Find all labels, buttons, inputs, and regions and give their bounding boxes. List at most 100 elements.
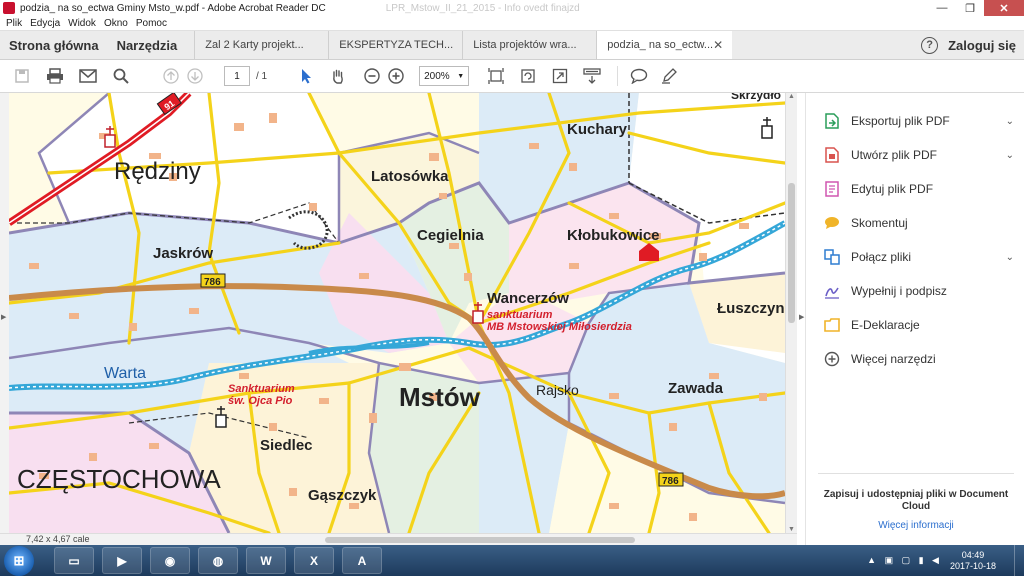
fit-width-icon[interactable] [485, 65, 507, 87]
map-label-sanctuary-pio-line1: Sanktuarium [228, 383, 295, 395]
page-number-input[interactable]: 1 [224, 66, 250, 86]
menu-widok[interactable]: Widok [68, 18, 96, 29]
map-label-sanctuary-pio-line2: św. Ojca Pio [228, 395, 293, 407]
tool-combine[interactable]: Połącz pliki ⌄ [824, 246, 1014, 268]
tab-document-2[interactable]: EKSPERTYZA TECH... [328, 31, 462, 59]
acrobat-icon[interactable]: A [342, 547, 382, 574]
tool-more-tools[interactable]: Więcej narzędzi [824, 348, 1014, 370]
map-label-klobukowice: Kłobukowice [567, 227, 660, 244]
map-label-luszczyn: Łuszczyn [717, 300, 785, 317]
tool-edit-pdf[interactable]: Edytuj plik PDF [824, 178, 1014, 200]
road-number-786-east: 786 [662, 476, 679, 487]
tool-label: Edytuj plik PDF [851, 182, 934, 196]
tool-create-pdf[interactable]: Utwórz plik PDF ⌄ [824, 144, 1014, 166]
tab-document-active[interactable]: podzia_ na so_ectw... ✕ [596, 31, 733, 59]
zoom-select[interactable]: 200% ▼ [419, 66, 470, 86]
zoom-out-icon[interactable] [361, 65, 383, 87]
menu-bar: Plik Edycja Widok Okno Pomoc [0, 16, 1024, 31]
map-label-redziny: Rędziny [114, 158, 201, 185]
rotate-icon[interactable] [517, 65, 539, 87]
tool-fill-sign[interactable]: Wypełnij i podpisz [824, 280, 1014, 302]
next-page-icon[interactable] [184, 65, 206, 87]
firefox-icon[interactable]: ◍ [198, 547, 238, 574]
close-tab-icon[interactable]: ✕ [713, 38, 723, 52]
toolbar: 1 / 1 200% ▼ [0, 60, 1024, 93]
document-cloud-promo: Zapisuj i udostępniaj pliki w Document C… [823, 489, 1009, 512]
tab-document-1[interactable]: Zal 2 Karty projekt... [194, 31, 328, 59]
tray-icons[interactable]: ▲ ▣ ▢ ▮ ◀ [867, 555, 942, 566]
chevron-down-icon: ⌄ [1005, 149, 1014, 161]
zoom-value: 200% [424, 70, 450, 82]
login-button[interactable]: Zaloguj się [948, 38, 1016, 53]
map-label-sanctuary-mb-line2: MB Mstowskiej Miłosierdzia [487, 321, 632, 333]
clock[interactable]: 04:49 2017-10-18 [950, 550, 996, 572]
tool-e-declarations[interactable]: E-Deklaracje [824, 314, 1014, 336]
chrome-icon[interactable]: ◉ [150, 547, 190, 574]
menu-plik[interactable]: Plik [6, 18, 22, 29]
collapse-right-panel-icon[interactable]: ▶ [799, 313, 804, 321]
menu-okno[interactable]: Okno [104, 18, 128, 29]
search-icon[interactable] [110, 65, 132, 87]
map-label-sanctuary-mb-line1: sanktuarium [487, 309, 553, 321]
page-dimensions: 7,42 x 4,67 cale [26, 534, 90, 544]
email-icon[interactable] [77, 65, 99, 87]
windows-taskbar: ⊞ ▭ ▶ ◉ ◍ W X A ▲ ▣ ▢ ▮ ◀ 04:49 2017-10-… [0, 545, 1024, 576]
tool-comment[interactable]: Skomentuj [824, 212, 1014, 234]
map-label-latosowka: Latosówka [371, 168, 449, 185]
document-view[interactable]: Rędziny Latosówka Kuchary Cegielnia Kłob… [9, 93, 785, 533]
scroll-down-icon[interactable]: ▼ [788, 526, 795, 533]
sign-icon [824, 283, 840, 299]
map-label-jaskrow: Jaskrów [153, 245, 213, 262]
map-canvas: Rędziny Latosówka Kuchary Cegielnia Kłob… [9, 93, 785, 533]
tab-tools[interactable]: Narzędzia [108, 31, 187, 59]
save-icon[interactable] [11, 65, 33, 87]
scroll-thumb[interactable] [788, 183, 795, 323]
tab-home[interactable]: Strona główna [0, 31, 108, 59]
show-desktop-button[interactable] [1014, 545, 1024, 576]
clock-time: 04:49 [961, 549, 985, 560]
tool-label: Skomentuj [851, 216, 908, 230]
word-icon[interactable]: W [246, 547, 286, 574]
minimize-button[interactable]: — [928, 0, 956, 16]
vertical-scrollbar[interactable]: ▲ ▼ [785, 93, 797, 533]
help-icon[interactable]: ? [921, 36, 939, 54]
horizontal-scroll-thumb[interactable] [325, 537, 635, 543]
hand-icon[interactable] [327, 65, 349, 87]
map-label-kuchary: Kuchary [567, 121, 628, 138]
status-bar: 7,42 x 4,67 cale [0, 533, 797, 545]
more-info-link[interactable]: Więcej informacji [818, 520, 1014, 531]
comment-icon[interactable] [628, 65, 650, 87]
window-controls: — ❐ ✕ [928, 0, 1024, 16]
pen-icon[interactable] [658, 65, 680, 87]
fullscreen-icon[interactable] [549, 65, 571, 87]
scroll-up-icon[interactable]: ▲ [788, 93, 795, 100]
prev-page-icon[interactable] [160, 65, 182, 87]
tab-document-3[interactable]: Lista projektów wra... [462, 31, 596, 59]
menu-pomoc[interactable]: Pomoc [136, 18, 167, 29]
toolbar-separator [617, 66, 619, 86]
tool-label: Eksportuj plik PDF [851, 114, 950, 128]
left-nav-gutter: ▶ [0, 93, 9, 533]
chevron-down-icon: ▼ [457, 72, 465, 80]
zoom-in-icon[interactable] [385, 65, 407, 87]
map-label-cegielnia: Cegielnia [417, 227, 484, 244]
select-cursor-icon[interactable] [295, 65, 317, 87]
explorer-icon[interactable]: ▭ [54, 547, 94, 574]
tab-bar-right: ? Zaloguj się [921, 31, 1024, 59]
start-button[interactable]: ⊞ [4, 545, 34, 576]
read-mode-icon[interactable] [581, 65, 603, 87]
map-label-zawada: Zawada [668, 380, 724, 397]
close-window-button[interactable]: ✕ [984, 0, 1024, 16]
excel-icon[interactable]: X [294, 547, 334, 574]
media-player-icon[interactable]: ▶ [102, 547, 142, 574]
tool-export-pdf[interactable]: Eksportuj plik PDF ⌄ [824, 110, 1014, 132]
map-label-wancerzow: Wancerzów [487, 290, 569, 307]
map-label-siedlec: Siedlec [260, 437, 313, 454]
horizontal-scrollbar[interactable] [115, 536, 785, 544]
maximize-button[interactable]: ❐ [956, 0, 984, 16]
menu-edycja[interactable]: Edycja [30, 18, 60, 29]
tool-label: E-Deklaracje [851, 318, 920, 332]
print-icon[interactable] [44, 65, 66, 87]
expand-left-panel-icon[interactable]: ▶ [1, 313, 6, 321]
chevron-down-icon: ⌄ [1005, 251, 1014, 263]
